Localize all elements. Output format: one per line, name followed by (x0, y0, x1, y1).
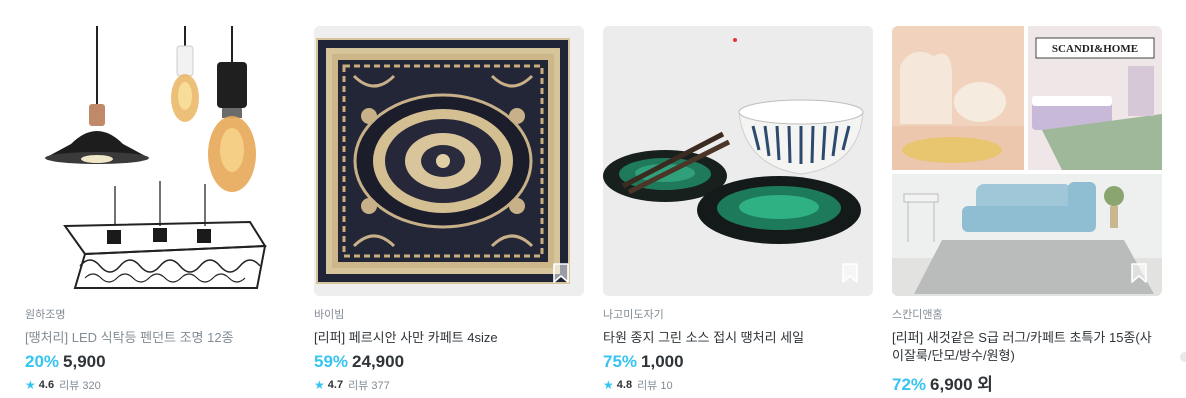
rug-collage-image: SCANDI&HOME (892, 26, 1162, 296)
product-grid: 원하조명 [땡처리] LED 식탁등 펜던트 조명 12종 20% 5,900 … (0, 0, 1186, 398)
rating-score: 4.6 (38, 379, 55, 391)
review-count: 리뷰 10 (637, 380, 673, 392)
pendant-lamp-image (25, 26, 295, 296)
brand-logo-text: SCANDI&HOME (1052, 43, 1138, 55)
price-row: 75% 1,000 (603, 352, 873, 372)
rating-row: ★ 4.6 리뷰 320 (25, 377, 295, 393)
product-card[interactable]: 바이빔 [리퍼] 페르시안 사만 카페트 4size 59% 24,900 ★ … (314, 26, 584, 393)
price-row: 20% 5,900 (25, 352, 295, 372)
bookmark-icon[interactable] (261, 262, 283, 284)
review-count: 리뷰 377 (348, 380, 390, 392)
product-card[interactable]: SCANDI&HOME 스칸디앤홈 [리퍼] 새것같은 S급 러그/카페트 초특… (892, 26, 1162, 395)
star-icon: ★ (25, 378, 36, 392)
product-image[interactable] (314, 26, 584, 296)
review-count: 리뷰 320 (59, 380, 101, 392)
scroll-indicator (1180, 352, 1186, 362)
product-title[interactable]: [리퍼] 페르시안 사만 카페트 4size (314, 329, 584, 347)
bookmark-icon[interactable] (550, 262, 572, 284)
rating-row: ★ 4.8 리뷰 10 (603, 377, 873, 393)
bookmark-icon[interactable] (839, 262, 861, 284)
bookmark-icon[interactable] (1128, 262, 1150, 284)
rating-row: ★ 4.7 리뷰 377 (314, 377, 584, 393)
product-title[interactable]: [리퍼] 새것같은 S급 러그/카페트 초특가 15종(사이잘룩/단모/방수/원… (892, 329, 1162, 365)
product-image[interactable] (603, 26, 873, 296)
ceramic-dishes-image (603, 26, 873, 296)
star-icon: ★ (314, 378, 325, 392)
price-row: 59% 24,900 (314, 352, 584, 372)
product-title[interactable]: 타원 종지 그린 소스 접시 땡처리 세일 (603, 329, 873, 347)
product-card[interactable]: 나고미도자기 타원 종지 그린 소스 접시 땡처리 세일 75% 1,000 ★… (603, 26, 873, 393)
price-row: 72% 6,900 외 (892, 370, 1162, 395)
price: 1,000 (641, 352, 684, 371)
brand-name[interactable]: 바이빔 (314, 308, 584, 322)
persian-rug-image (314, 26, 584, 296)
product-card[interactable]: 원하조명 [땡처리] LED 식탁등 펜던트 조명 12종 20% 5,900 … (25, 26, 295, 393)
discount-rate: 72% (892, 375, 927, 394)
discount-rate: 59% (314, 352, 349, 371)
brand-name[interactable]: 스칸디앤홈 (892, 308, 1162, 322)
rating-score: 4.7 (327, 379, 344, 391)
price: 6,900 외 (930, 375, 993, 394)
rating-score: 4.8 (616, 379, 633, 391)
discount-rate: 20% (25, 352, 60, 371)
star-icon: ★ (603, 378, 614, 392)
product-image[interactable]: SCANDI&HOME (892, 26, 1162, 296)
brand-name[interactable]: 원하조명 (25, 308, 295, 322)
product-image[interactable] (25, 26, 295, 296)
brand-name[interactable]: 나고미도자기 (603, 308, 873, 322)
discount-rate: 75% (603, 352, 638, 371)
product-title[interactable]: [땡처리] LED 식탁등 펜던트 조명 12종 (25, 329, 295, 347)
price: 24,900 (352, 352, 405, 371)
price: 5,900 (63, 352, 106, 371)
